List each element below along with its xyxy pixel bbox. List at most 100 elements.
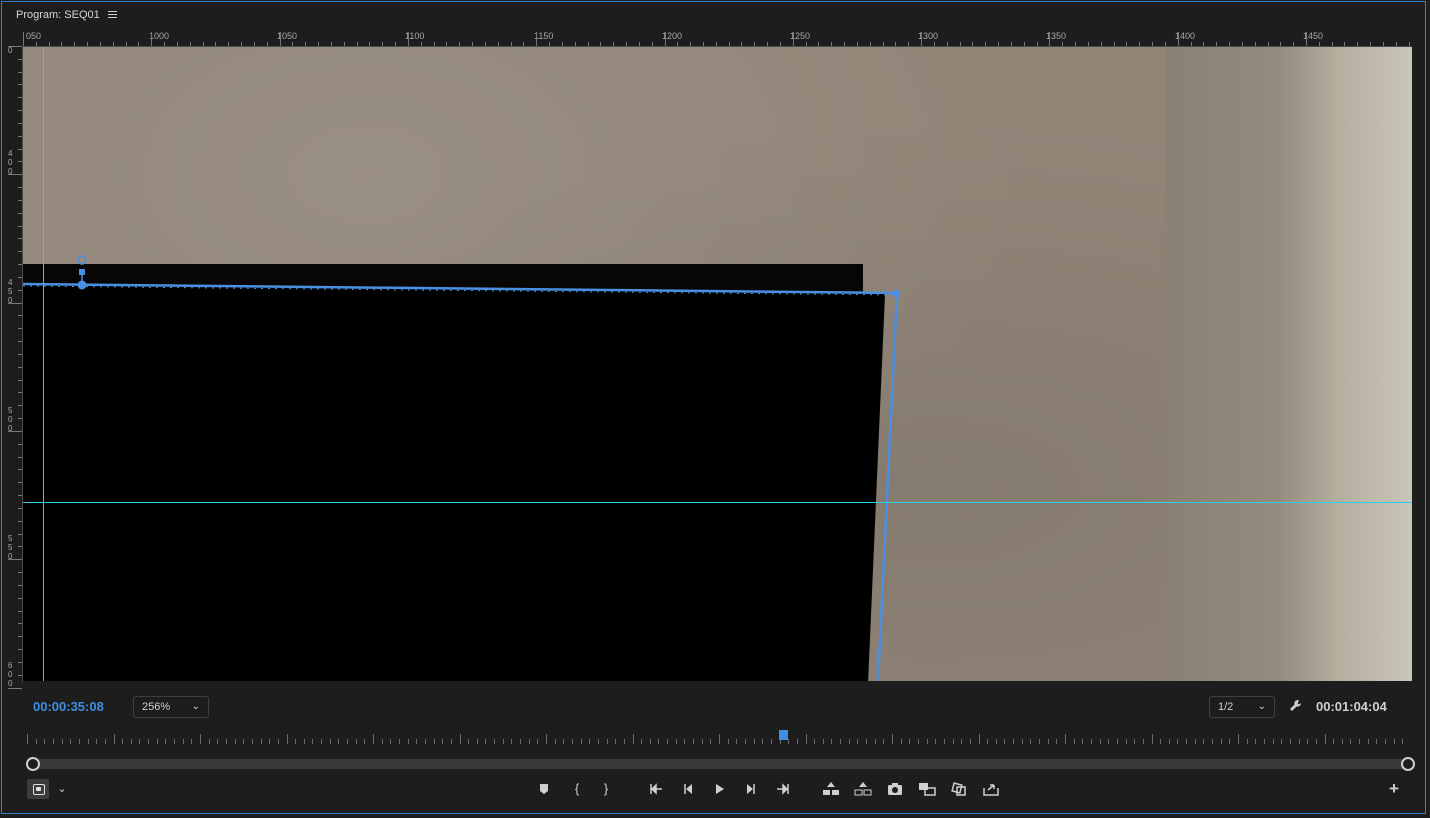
vertical-guide[interactable] — [43, 47, 44, 681]
lift-icon[interactable] — [821, 780, 841, 798]
time-tick — [796, 739, 798, 744]
ruler-label: 0 — [8, 46, 13, 55]
ruler-tick — [87, 42, 89, 46]
time-tick — [35, 739, 37, 744]
mask-vertex[interactable] — [77, 280, 87, 290]
panel-menu-icon[interactable] — [107, 11, 118, 19]
mark-in-icon[interactable]: { — [567, 780, 587, 798]
mask-feather-handle[interactable] — [77, 255, 87, 265]
extract-icon[interactable] — [853, 780, 873, 798]
mask-expansion-handle[interactable] — [79, 269, 85, 275]
time-tick — [892, 734, 893, 744]
export-icon[interactable] — [981, 780, 1001, 798]
export-frame-icon[interactable] — [885, 780, 905, 798]
ruler-tick — [8, 302, 22, 304]
time-tick — [1142, 739, 1144, 744]
duration-timecode: 00:01:04:04 — [1316, 699, 1387, 714]
time-tick — [1385, 739, 1387, 744]
time-tick — [1359, 739, 1361, 744]
time-tick — [295, 739, 297, 744]
time-tick — [1065, 734, 1066, 744]
time-tick — [623, 739, 625, 744]
ruler-tick — [1395, 42, 1397, 46]
ruler-tick — [18, 161, 22, 163]
time-tick — [788, 739, 790, 744]
program-viewport[interactable] — [23, 47, 1412, 681]
go-to-out-icon[interactable] — [773, 780, 793, 798]
zoom-scrollbar[interactable] — [33, 759, 1407, 769]
time-tick — [1090, 739, 1092, 744]
time-tick — [424, 739, 426, 744]
time-tick — [44, 739, 46, 744]
ruler-tick — [818, 42, 820, 46]
time-tick — [87, 739, 89, 744]
playhead[interactable] — [779, 730, 788, 740]
time-tick — [1160, 739, 1162, 744]
ruler-tick — [1293, 42, 1295, 46]
step-back-icon[interactable] — [678, 780, 698, 798]
ruler-tick — [600, 42, 602, 46]
time-tick — [1289, 739, 1291, 744]
ruler-tick — [1241, 42, 1243, 46]
ruler-tick — [1370, 42, 1372, 46]
settings-button[interactable] — [27, 779, 49, 799]
ruler-tick — [8, 174, 22, 176]
ruler-tick — [8, 559, 22, 561]
time-tick — [1272, 739, 1274, 744]
time-tick — [312, 739, 314, 744]
ruler-tick — [998, 42, 1000, 46]
panel-title[interactable]: Program: SEQ01 — [16, 9, 100, 21]
button-editor-icon[interactable]: + — [1384, 780, 1404, 798]
time-tick — [753, 739, 755, 744]
time-tick — [1350, 739, 1352, 744]
time-tick — [710, 739, 712, 744]
ruler-tick — [18, 443, 22, 445]
ruler-tick — [18, 341, 22, 343]
mark-out-icon[interactable]: } — [596, 780, 616, 798]
ruler-tick — [767, 42, 769, 46]
time-tick — [848, 739, 850, 744]
play-icon[interactable] — [709, 780, 729, 798]
ruler-tick — [18, 251, 22, 253]
ruler-tick — [1100, 42, 1102, 46]
scrollbar-start-handle[interactable] — [26, 757, 40, 771]
ruler-tick — [549, 42, 551, 46]
resolution-dropdown[interactable]: 1/2 ⌄ — [1209, 696, 1275, 718]
add-marker-icon[interactable] — [534, 780, 554, 798]
time-tick — [900, 739, 902, 744]
overwrite-icon[interactable] — [949, 780, 969, 798]
time-tick — [381, 739, 383, 744]
mask-vertex[interactable] — [893, 290, 900, 297]
insert-icon[interactable] — [917, 780, 937, 798]
time-tick — [606, 739, 608, 744]
scrollbar-end-handle[interactable] — [1401, 757, 1415, 771]
ruler-tick — [664, 32, 666, 46]
ruler-tick — [23, 32, 24, 46]
ruler-tick — [561, 42, 563, 46]
time-tick — [1376, 739, 1378, 744]
mask-path[interactable] — [23, 282, 899, 681]
step-forward-icon[interactable] — [741, 780, 761, 798]
ruler-tick — [972, 42, 974, 46]
wrench-icon[interactable] — [1289, 699, 1303, 713]
ruler-tick — [1113, 42, 1115, 46]
time-tick — [1212, 739, 1214, 744]
time-tick — [364, 739, 366, 744]
time-tick — [840, 739, 842, 744]
ruler-tick — [18, 623, 22, 625]
ruler-tick — [318, 42, 320, 46]
time-ruler[interactable] — [27, 730, 1411, 744]
time-tick — [1402, 739, 1404, 744]
time-tick — [1238, 734, 1239, 744]
ruler-label: 500 — [8, 406, 13, 433]
chevron-down-icon[interactable]: ⌄ — [52, 780, 72, 798]
current-timecode[interactable]: 00:00:35:08 — [33, 699, 104, 714]
horizontal-guide[interactable] — [23, 502, 1412, 503]
mask-overlay[interactable] — [23, 47, 1412, 681]
ruler-tick — [18, 276, 22, 278]
go-to-in-icon[interactable] — [646, 780, 666, 798]
time-tick — [528, 739, 530, 744]
zoom-dropdown[interactable]: 256% ⌄ — [133, 696, 209, 718]
ruler-tick — [1177, 32, 1179, 46]
ruler-tick — [18, 520, 22, 522]
